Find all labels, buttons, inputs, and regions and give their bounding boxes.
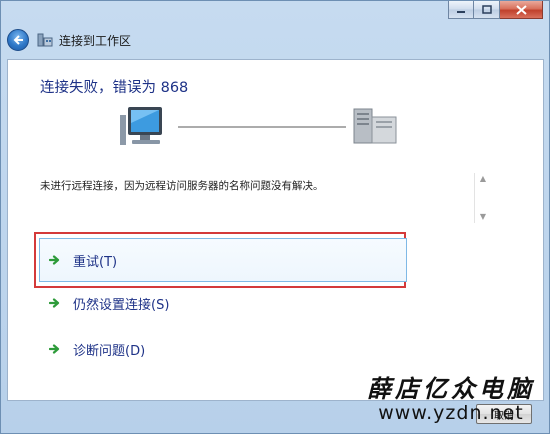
back-arrow-icon [13,35,23,45]
scroll-up-icon[interactable]: ▲ [480,173,486,185]
connection-diagram [120,107,397,145]
green-arrow-icon [49,298,60,308]
option-label: 重试(T) [73,254,118,270]
error-heading: 连接失败，错误为 868 [40,80,189,96]
minimize-button[interactable] [448,1,474,19]
option-label: 仍然设置连接(S) [73,297,170,313]
close-icon [515,4,527,15]
minimize-icon [457,10,465,13]
green-arrow-icon [49,255,60,265]
workplace-icon [37,33,53,47]
dialog-window: 连接到工作区 连接失败，错误为 868 未进行远程连接，因为远程访问服务器的名称… [0,0,550,434]
scroll-down-icon[interactable]: ▼ [480,211,486,223]
back-button[interactable] [7,29,29,51]
server-icon [353,108,397,144]
watermark-url: www.yzdn.net [378,402,524,424]
message-scrollbar[interactable]: ▲ ▼ [474,173,491,223]
caption-buttons [448,1,543,19]
watermark: 薛店亿众电脑 www.yzdn.net [367,369,535,424]
green-arrow-icon [49,344,60,354]
option-label: 诊断问题(D) [73,343,146,359]
content-panel: 连接失败，错误为 868 未进行远程连接，因为远程访问服务器的名称问题没有解决。… [7,59,544,401]
error-message: 未进行远程连接，因为远程访问服务器的名称问题没有解决。 [40,180,324,192]
setup-anyway-option[interactable]: 仍然设置连接(S) [40,286,400,320]
retry-option[interactable]: 重试(T) [34,232,407,288]
nav-bar: 连接到工作区 [7,27,131,53]
close-button[interactable] [500,1,543,19]
maximize-button[interactable] [474,1,500,19]
computer-icon [120,107,162,145]
maximize-icon [481,5,492,14]
window-title: 连接到工作区 [59,33,132,48]
diagnose-option[interactable]: 诊断问题(D) [40,332,400,366]
watermark-text: 薛店亿众电脑 [367,374,535,403]
